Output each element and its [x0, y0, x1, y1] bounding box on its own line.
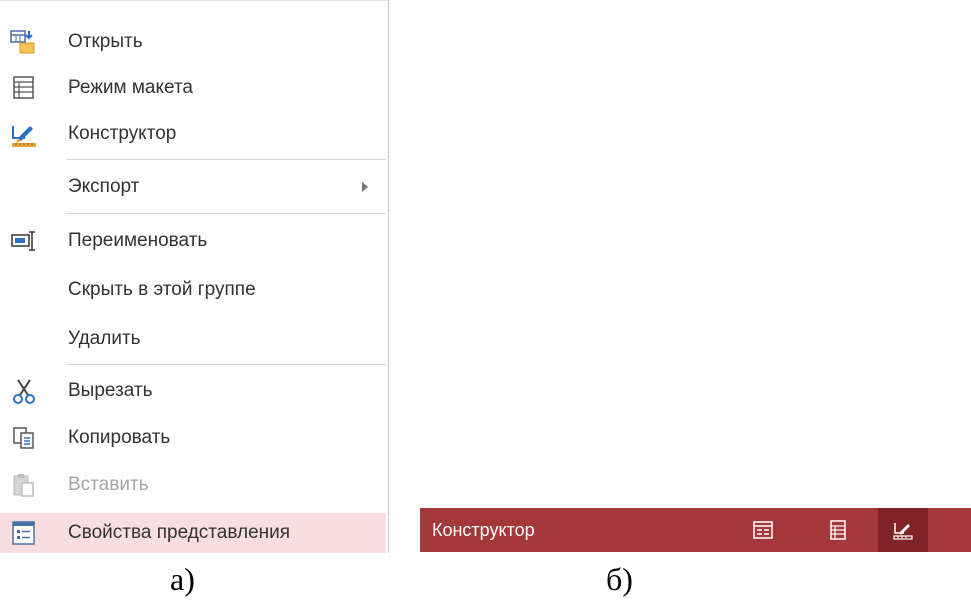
menu-item-label: Переименовать — [68, 230, 208, 251]
menu-item-label: Вырезать — [68, 380, 153, 401]
layout-view-icon — [10, 74, 38, 102]
caption-b: б) — [606, 561, 633, 597]
design-view-button[interactable] — [878, 508, 928, 552]
menu-item-rename[interactable]: Переименовать — [0, 218, 386, 264]
submenu-arrow-icon — [362, 182, 368, 192]
menu-item-label: Удалить — [68, 328, 141, 349]
menu-separator — [66, 364, 386, 365]
design-view-icon — [10, 120, 38, 148]
scissors-icon — [10, 377, 38, 405]
design-view-icon — [893, 523, 913, 540]
menu-item-open[interactable]: Открыть — [0, 19, 386, 65]
menu-item-delete[interactable]: Удалить — [0, 316, 386, 362]
properties-icon — [10, 519, 38, 547]
menu-separator — [66, 213, 386, 214]
menu-item-label: Экспорт — [68, 176, 140, 197]
status-bar-view-label: Конструктор — [432, 520, 535, 540]
form-view-icon — [753, 521, 773, 539]
caption-a: а) — [170, 561, 195, 597]
menu-item-copy[interactable]: Копировать — [0, 415, 386, 461]
menu-item-label: Скрыть в этой группе — [68, 279, 256, 300]
menu-item-paste[interactable]: Вставить — [0, 462, 386, 508]
menu-item-label: Режим макета — [68, 77, 194, 98]
form-view-button[interactable] — [738, 508, 788, 552]
paste-icon — [10, 471, 38, 499]
context-menu: Открыть Режим макета Конструктор Экспорт… — [0, 0, 389, 553]
menu-item-layout-view[interactable]: Режим макета — [0, 65, 386, 111]
menu-item-cut[interactable]: Вырезать — [0, 368, 386, 414]
copy-icon — [10, 424, 38, 452]
menu-separator — [66, 159, 386, 160]
menu-item-label: Копировать — [68, 427, 171, 448]
menu-item-label: Свойства представления — [68, 522, 291, 543]
rename-icon — [10, 227, 38, 255]
menu-item-export[interactable]: Экспорт — [0, 164, 386, 210]
menu-item-design-view[interactable]: Конструктор — [0, 111, 386, 157]
menu-item-label: Конструктор — [68, 123, 177, 144]
menu-item-hide-in-group[interactable]: Скрыть в этой группе — [0, 267, 386, 313]
menu-item-label: Открыть — [68, 31, 143, 52]
layout-view-icon — [830, 520, 846, 540]
open-datasheet-icon — [10, 28, 38, 56]
status-bar: Конструктор — [420, 508, 971, 552]
menu-item-view-properties[interactable]: Свойства представления — [0, 513, 386, 553]
menu-item-label: Вставить — [68, 474, 149, 495]
layout-view-button[interactable] — [813, 508, 863, 552]
